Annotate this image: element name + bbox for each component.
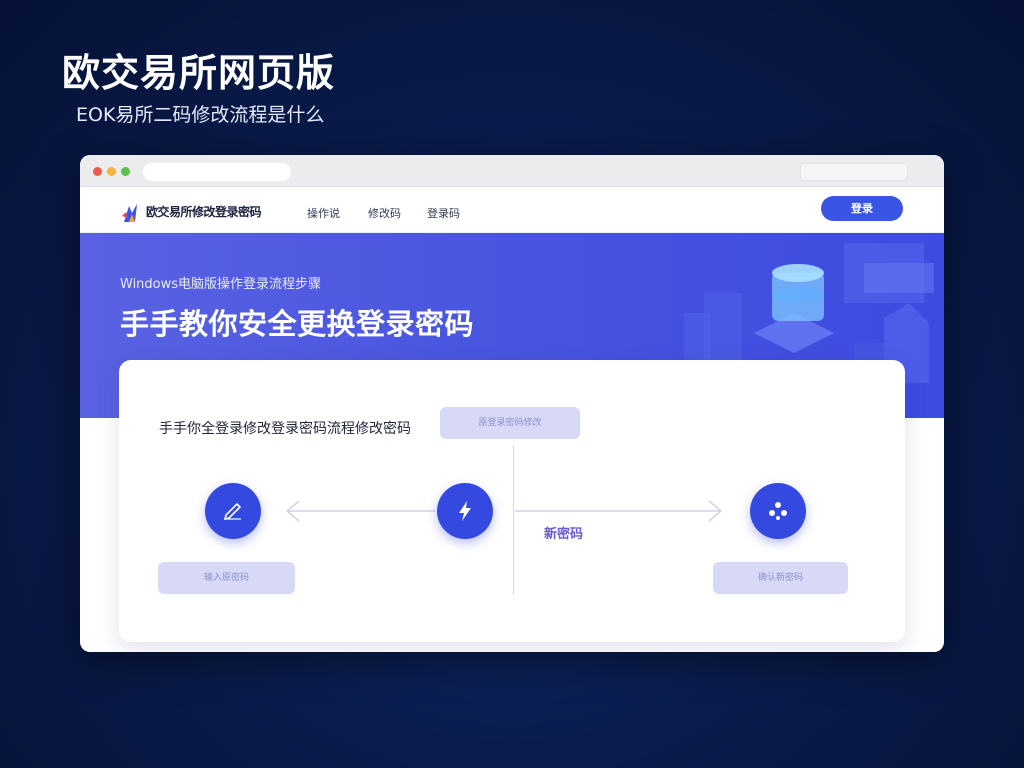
- site-navbar: 欧交易所修改登录密码 操作说 修改码 登录码 登录: [80, 187, 944, 233]
- minimize-window-dot[interactable]: [107, 167, 116, 176]
- nav-item-login-code[interactable]: 登录码: [427, 205, 460, 221]
- page-subtitle: EOK易所二码修改流程是什么: [76, 104, 325, 126]
- brand-name[interactable]: 欧交易所修改登录密码: [146, 203, 262, 220]
- step-nodes-button[interactable]: [750, 483, 806, 539]
- step-pill-left[interactable]: 输入原密码: [158, 562, 295, 594]
- hero-eyebrow: Windows电脑版操作登录流程步骤: [120, 277, 322, 292]
- address-bar[interactable]: [143, 163, 291, 181]
- step-pen-button[interactable]: [205, 483, 261, 539]
- login-button[interactable]: 登录: [821, 196, 903, 221]
- nav-item-guide[interactable]: 操作说: [307, 205, 340, 221]
- step-pill-right[interactable]: 确认新密码: [713, 562, 848, 594]
- pen-icon: [223, 502, 242, 521]
- window-titlebar: [80, 155, 944, 187]
- process-card: 手手你全登录修改登录密码流程修改密码 原登录密码修改 新密码 输入原密码 确认新…: [119, 360, 905, 642]
- lightning-icon: [459, 501, 471, 521]
- step-lightning-button[interactable]: [437, 483, 493, 539]
- toolbar-controls[interactable]: [800, 163, 908, 181]
- nav-item-change-code[interactable]: 修改码: [368, 205, 401, 221]
- close-window-dot[interactable]: [93, 167, 102, 176]
- maximize-window-dot[interactable]: [121, 167, 130, 176]
- step-middle-label: 新密码: [544, 527, 584, 542]
- page-headline: 欧交易所网页版: [62, 51, 336, 95]
- nodes-icon: [769, 502, 787, 520]
- flame-logo-icon[interactable]: [120, 202, 140, 222]
- hero-title: 手手教你安全更换登录密码: [120, 307, 475, 341]
- browser-window: 欧交易所修改登录密码 操作说 修改码 登录码 登录 Windows电脑版操作登录…: [80, 155, 944, 652]
